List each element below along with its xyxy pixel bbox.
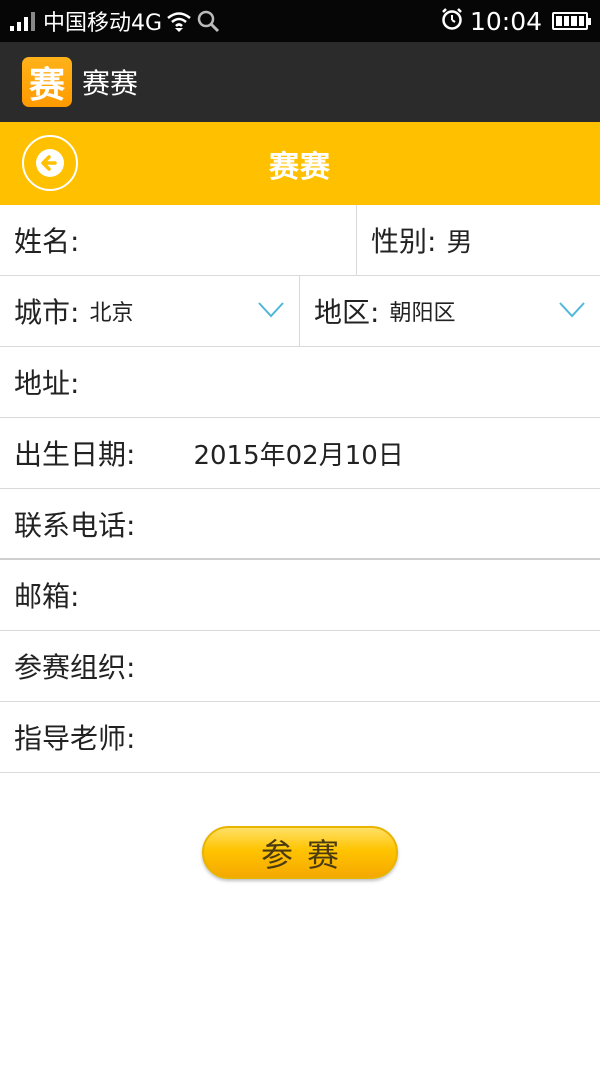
carrier-name: 中国移动4G xyxy=(43,11,163,36)
district-value: 朝阳区 xyxy=(389,301,456,326)
phone-field[interactable]: 联系电话: xyxy=(0,489,600,560)
gender-field[interactable]: 性别: 男 xyxy=(357,205,600,275)
city-value: 北京 xyxy=(89,301,134,326)
alarm-icon xyxy=(440,7,464,35)
back-button[interactable] xyxy=(22,135,78,191)
gender-label: 性别: xyxy=(371,225,437,258)
chevron-down-icon xyxy=(559,302,585,318)
app-title: 赛赛 xyxy=(82,67,139,100)
name-gender-row: 姓名: 性别: 男 xyxy=(0,205,600,276)
district-select[interactable]: 地区: 朝阳区 xyxy=(300,276,600,346)
submit-button[interactable]: 参赛 xyxy=(202,826,398,879)
clock: 10:04 xyxy=(469,6,542,36)
organization-label: 参赛组织: xyxy=(14,651,136,684)
registration-form: 姓名: 性别: 男 城市: 北京 地区: 朝阳区 地址: 出生日期: 2015年… xyxy=(0,205,600,773)
battery-icon xyxy=(552,12,591,30)
birthdate-field[interactable]: 出生日期: 2015年02月10日 xyxy=(0,418,600,489)
gender-value: 男 xyxy=(446,227,473,258)
name-field[interactable]: 姓名: xyxy=(0,205,357,275)
back-arrow-icon xyxy=(36,149,64,177)
page-header: 赛赛 xyxy=(0,122,600,205)
chevron-down-icon xyxy=(258,302,284,318)
signal-icon xyxy=(10,11,35,31)
birthdate-value: 2015年02月10日 xyxy=(193,440,404,471)
status-bar: 中国移动4G 10:04 xyxy=(0,0,600,42)
submit-label: 参赛 xyxy=(260,835,353,874)
email-field[interactable]: 邮箱: xyxy=(0,560,600,631)
teacher-field[interactable]: 指导老师: xyxy=(0,702,600,773)
organization-field[interactable]: 参赛组织: xyxy=(0,631,600,702)
phone-label: 联系电话: xyxy=(14,508,136,542)
address-field[interactable]: 地址: xyxy=(0,347,600,418)
email-label: 邮箱: xyxy=(14,580,80,613)
search-icon xyxy=(196,9,220,33)
teacher-label: 指导老师: xyxy=(14,722,136,755)
city-district-row: 城市: 北京 地区: 朝阳区 xyxy=(0,276,600,347)
page-title: 赛赛 xyxy=(269,149,331,185)
birthdate-label: 出生日期: xyxy=(14,438,136,471)
city-select[interactable]: 城市: 北京 xyxy=(0,276,300,346)
name-label: 姓名: xyxy=(14,225,80,258)
wifi-icon xyxy=(166,10,192,32)
district-label: 地区: xyxy=(314,296,380,329)
address-label: 地址: xyxy=(14,367,80,400)
city-label: 城市: xyxy=(14,296,80,329)
app-bar: 赛 赛赛 xyxy=(0,42,600,122)
app-logo: 赛 xyxy=(22,57,72,107)
